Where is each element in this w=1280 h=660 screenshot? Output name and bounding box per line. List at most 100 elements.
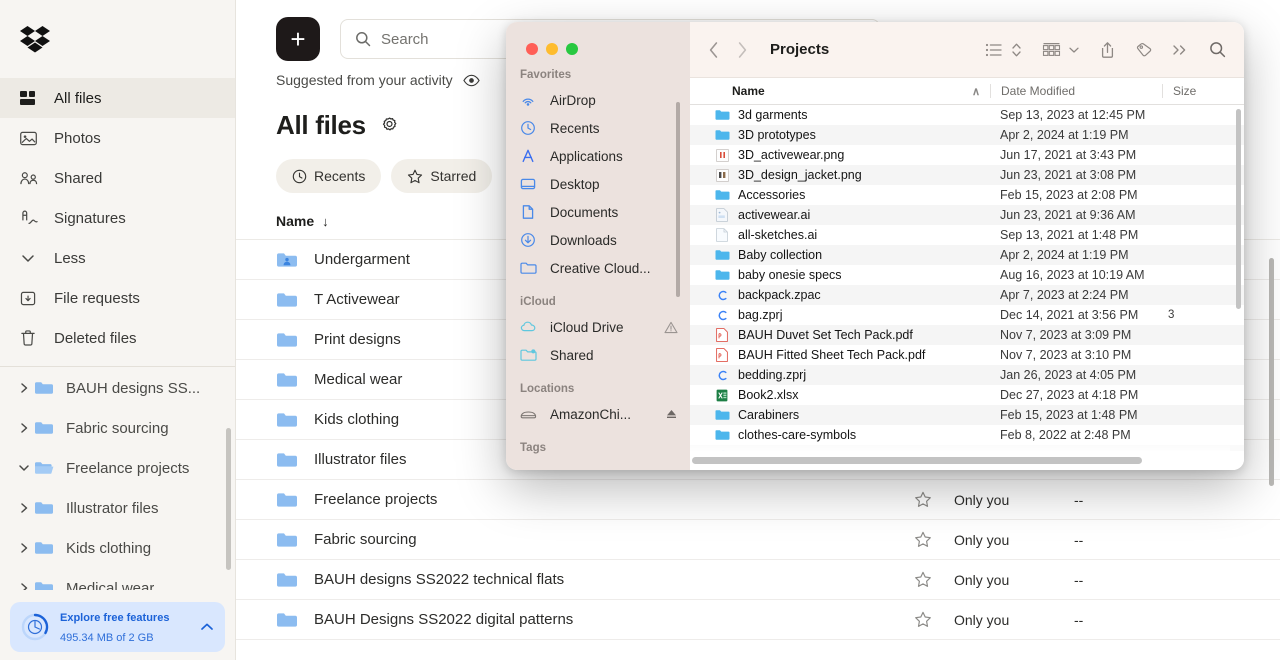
tree-item-illustrator-files[interactable]: Illustrator files — [0, 488, 236, 528]
eject-icon[interactable] — [665, 408, 678, 420]
chevron-right-icon[interactable] — [14, 418, 34, 438]
finder-row[interactable]: 3D prototypes Apr 2, 2024 at 1:19 PM — [690, 125, 1244, 145]
finder-sidebar-scrollbar[interactable] — [676, 102, 680, 297]
tree-item-freelance-projects[interactable]: Freelance projects — [0, 448, 236, 488]
finder-row[interactable]: 3D_design_jacket.png Jun 23, 2021 at 3:0… — [690, 165, 1244, 185]
chevron-up-icon[interactable] — [199, 621, 215, 633]
finder-row[interactable]: bag.zprj Dec 14, 2021 at 3:56 PM 3 — [690, 305, 1244, 325]
star-icon[interactable] — [914, 571, 954, 588]
finder-row[interactable]: Baby collection Apr 2, 2024 at 1:19 PM — [690, 245, 1244, 265]
finder-sidebar-item-documents[interactable]: Documents — [506, 198, 690, 226]
star-icon[interactable] — [914, 531, 954, 548]
sidebar-item-shared[interactable]: Shared — [0, 158, 235, 198]
finder-sidebar-item-recents[interactable]: Recents — [506, 114, 690, 142]
share-icon[interactable] — [1100, 41, 1115, 59]
explore-free-features-card[interactable]: Explore free features 495.34 MB of 2 GB — [10, 602, 225, 652]
finder-row[interactable]: BAUH Fitted Sheet Tech Pack.pdf Nov 7, 2… — [690, 345, 1244, 365]
star-icon[interactable] — [914, 491, 954, 508]
finder-row[interactable]: Book2.xlsx Dec 27, 2023 at 4:18 PM — [690, 385, 1244, 405]
folder-icon — [34, 539, 56, 557]
finder-row[interactable]: BAUH Duvet Set Tech Pack.pdf Nov 7, 2023… — [690, 325, 1244, 345]
forward-arrow-icon[interactable] — [736, 41, 748, 59]
table-row[interactable]: BAUH Designs SS2022 digital patterns Onl… — [236, 600, 1280, 640]
sidebar-item-photos[interactable]: Photos — [0, 118, 235, 158]
finder-row[interactable]: Accessories Feb 15, 2023 at 2:08 PM — [690, 185, 1244, 205]
sidebar-item-deleted-files[interactable]: Deleted files — [0, 318, 235, 358]
create-new-button[interactable]: + — [276, 17, 320, 61]
chevron-right-icon[interactable] — [14, 578, 34, 590]
sort-down-arrow-icon[interactable]: ↓ — [322, 214, 329, 229]
star-icon[interactable] — [914, 611, 954, 628]
chevron-right-icon[interactable] — [14, 498, 34, 518]
chevron-right-icon[interactable] — [14, 538, 34, 558]
main-scrollbar[interactable] — [1269, 258, 1274, 486]
finder-sidebar-item-airdrop[interactable]: AirDrop — [506, 86, 690, 114]
sidebar-scrollbar[interactable] — [226, 428, 231, 570]
finder-row[interactable]: Carabiners Feb 15, 2023 at 1:48 PM — [690, 405, 1244, 425]
search-icon[interactable] — [1209, 41, 1226, 58]
sort-chevron-icon[interactable] — [1011, 42, 1022, 58]
gear-icon[interactable] — [380, 116, 399, 135]
finder-file-date: Feb 15, 2023 at 2:08 PM — [990, 188, 1162, 202]
column-header-name[interactable]: Name ∧ — [690, 84, 990, 98]
finder-sidebar-item-applications[interactable]: Applications — [506, 142, 690, 170]
sort-asc-arrow-icon: ∧ — [972, 85, 980, 98]
warning-icon[interactable] — [664, 321, 678, 334]
tree-item-kids-clothing[interactable]: Kids clothing — [0, 528, 236, 568]
view-chevron-icon[interactable] — [1068, 45, 1080, 55]
finder-sidebar-item-creative-cloud[interactable]: Creative Cloud... — [506, 254, 690, 282]
finder-vertical-scrollbar[interactable] — [1236, 109, 1241, 309]
group-view-icon[interactable] — [1042, 42, 1061, 58]
back-arrow-icon[interactable] — [708, 41, 720, 59]
finder-sidebar-label: Shared — [550, 348, 594, 363]
file-size: -- — [1074, 532, 1154, 548]
finder-sidebar-item-amazonchi[interactable]: AmazonChi... — [506, 400, 690, 428]
sidebar-item-all-files[interactable]: All files — [0, 78, 235, 118]
finder-sidebar-item-shared[interactable]: Shared — [506, 341, 690, 369]
table-row[interactable]: Freelance projects Only you -- — [236, 480, 1280, 520]
tag-icon[interactable] — [1135, 42, 1152, 58]
finder-row[interactable]: bedding.zprj Jan 26, 2023 at 4:05 PM — [690, 365, 1244, 385]
column-header-name[interactable]: Name — [276, 213, 314, 229]
finder-horizontal-scrollbar-thumb[interactable] — [692, 457, 1142, 464]
finder-horizontal-scrollbar[interactable] — [692, 457, 1232, 464]
column-header-size[interactable]: Size — [1162, 84, 1232, 98]
finder-sidebar-item-desktop[interactable]: Desktop — [506, 170, 690, 198]
finder-row[interactable]: 3d garments Sep 13, 2023 at 12:45 PM — [690, 105, 1244, 125]
sidebar-item-label: All files — [54, 90, 102, 107]
dropbox-logo[interactable] — [20, 25, 50, 53]
finder-sidebar-item-downloads[interactable]: Downloads — [506, 226, 690, 254]
tree-item-medical-wear[interactable]: Medical wear — [0, 568, 236, 590]
sidebar-item-file-requests[interactable]: File requests — [0, 278, 235, 318]
promo-text-group: Explore free features 495.34 MB of 2 GB — [60, 607, 199, 647]
close-button[interactable] — [526, 43, 538, 55]
list-view-icon[interactable] — [985, 43, 1003, 57]
column-header-date-modified[interactable]: Date Modified — [990, 84, 1162, 98]
tree-item-fabric-sourcing[interactable]: Fabric sourcing — [0, 408, 236, 448]
chip-starred[interactable]: Starred — [391, 159, 492, 193]
minimize-button[interactable] — [546, 43, 558, 55]
finder-row[interactable]: 3D_activewear.png Jun 17, 2021 at 3:43 P… — [690, 145, 1244, 165]
finder-row[interactable]: clothes-care-symbols Feb 8, 2022 at 2:48… — [690, 425, 1244, 445]
finder-row[interactable]: all-sketches.ai Sep 13, 2021 at 1:48 PM — [690, 225, 1244, 245]
chip-recents[interactable]: Recents — [276, 159, 381, 193]
finder-sidebar-item-icloud-drive[interactable]: iCloud Drive — [506, 313, 690, 341]
sidebar-group-icloud: iCloud — [506, 282, 690, 313]
eye-icon[interactable] — [463, 74, 480, 87]
table-row[interactable]: Fabric sourcing Only you -- — [236, 520, 1280, 560]
finder-row[interactable]: baby onesie specs Aug 16, 2023 at 10:19 … — [690, 265, 1244, 285]
finder-file-name: backpack.zpac — [738, 288, 990, 302]
finder-row[interactable]: activewear.ai Jun 23, 2021 at 9:36 AM — [690, 205, 1244, 225]
chevron-down-icon[interactable] — [14, 458, 34, 478]
chevron-right-icon[interactable] — [14, 378, 34, 398]
finder-file-name: all-sketches.ai — [738, 228, 990, 242]
finder-row[interactable]: backpack.zpac Apr 7, 2023 at 2:24 PM — [690, 285, 1244, 305]
tree-item-label: Medical wear — [66, 580, 154, 591]
sidebar-item-signatures[interactable]: Signatures — [0, 198, 235, 238]
sidebar-item-less[interactable]: Less — [0, 238, 235, 278]
finder-file-name: 3D prototypes — [738, 128, 990, 142]
zoom-button[interactable] — [566, 43, 578, 55]
table-row[interactable]: BAUH designs SS2022 technical flats Only… — [236, 560, 1280, 600]
tree-item-bauh-designs[interactable]: BAUH designs SS... — [0, 368, 236, 408]
more-chevrons-icon[interactable] — [1172, 43, 1189, 57]
